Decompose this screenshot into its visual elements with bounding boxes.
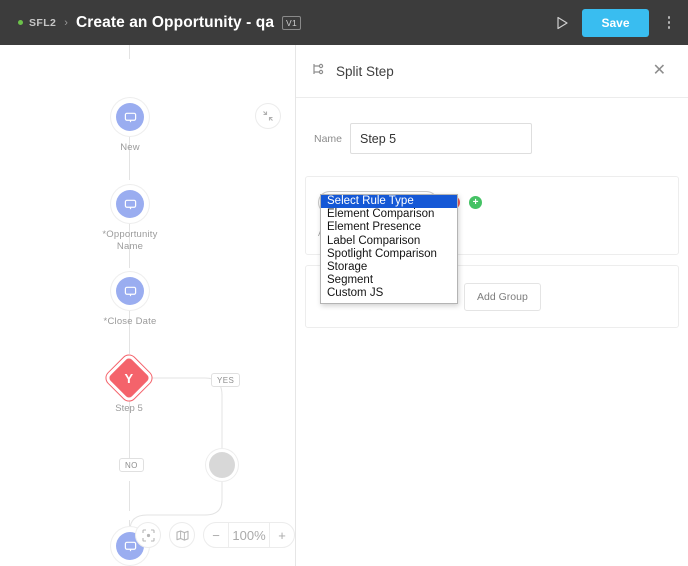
- branch-tag-yes: YES: [211, 373, 241, 387]
- add-group-button[interactable]: Add Group: [464, 282, 541, 311]
- flow-node-opportunity-name[interactable]: *Opportunity Name: [70, 190, 190, 253]
- dropdown-option[interactable]: Segment: [321, 274, 457, 287]
- flow-connector: [129, 520, 130, 532]
- split-diamond: Y: [107, 356, 151, 400]
- flow-node-label-line2: Name: [116, 241, 144, 252]
- dropdown-option[interactable]: Custom JS: [321, 287, 457, 300]
- flow-connector: [129, 481, 130, 511]
- flow-node-endpoint[interactable]: [209, 452, 235, 478]
- dropdown-option[interactable]: Spotlight Comparison: [321, 248, 457, 261]
- flow-node-label: Step 5: [115, 403, 143, 414]
- top-bar-actions: Save: [556, 8, 677, 37]
- kebab-menu-icon[interactable]: [662, 12, 677, 33]
- split-branch-icon: [312, 62, 326, 81]
- zoom-in-button[interactable]: +: [270, 523, 294, 547]
- zoom-level-value: 100%: [228, 523, 270, 547]
- canvas-toolbar: − 100% +: [135, 522, 295, 548]
- dropdown-option[interactable]: Storage: [321, 261, 457, 274]
- flow-node-label: *Opportunity Name: [70, 229, 190, 253]
- split-glyph: Y: [124, 370, 134, 386]
- app-root: SFL2 › Create an Opportunity - qa V1 Sav…: [0, 0, 688, 566]
- panel-title: Split Step: [336, 63, 394, 79]
- add-rule-icon[interactable]: +: [469, 196, 482, 209]
- flow-node-close-date[interactable]: *Close Date: [70, 277, 190, 328]
- split-step-panel: Split Step ✕ Name Select Rule Type − + A…: [296, 45, 688, 566]
- breadcrumb-separator: ›: [64, 16, 68, 29]
- play-icon[interactable]: [556, 16, 569, 30]
- dropdown-option[interactable]: Element Presence: [321, 221, 457, 234]
- name-label: Name: [314, 132, 343, 145]
- page-title: Create an Opportunity - qa: [75, 13, 275, 31]
- flow-node-label-line1: *Opportunity: [102, 229, 158, 240]
- flow-canvas[interactable]: New *Opportunity Name *Close Date Y Step…: [0, 45, 296, 566]
- flow-node-split-step-5[interactable]: Y Step 5: [107, 356, 151, 414]
- flow-node-new[interactable]: New: [70, 103, 190, 154]
- screen-icon: [116, 103, 144, 131]
- screen-icon: [116, 190, 144, 218]
- rule-type-dropdown-list[interactable]: Select Rule Type Element Comparison Elem…: [320, 194, 458, 304]
- dropdown-option[interactable]: Label Comparison: [321, 235, 457, 248]
- minimap-icon[interactable]: [169, 522, 195, 548]
- name-input[interactable]: [350, 123, 532, 154]
- screen-icon: [116, 277, 144, 305]
- breadcrumb-project[interactable]: SFL2: [29, 17, 56, 29]
- fit-to-screen-icon[interactable]: [135, 522, 161, 548]
- zoom-out-button[interactable]: −: [204, 523, 228, 547]
- flow-connector: [129, 45, 130, 59]
- zoom-control: − 100% +: [203, 522, 295, 548]
- top-bar: SFL2 › Create an Opportunity - qa V1 Sav…: [0, 0, 688, 45]
- dropdown-option[interactable]: Select Rule Type: [321, 195, 457, 209]
- version-badge: V1: [282, 15, 302, 30]
- save-button[interactable]: Save: [582, 8, 649, 37]
- collapse-arrows-icon[interactable]: [255, 103, 281, 129]
- dropdown-option[interactable]: Element Comparison: [321, 208, 457, 221]
- name-field-row: Name: [296, 98, 688, 154]
- flow-node-label: New: [120, 142, 140, 153]
- status-dot: [18, 20, 23, 25]
- branch-tag-no: NO: [119, 458, 144, 472]
- panel-header: Split Step ✕: [296, 45, 688, 98]
- flow-node-label: *Close Date: [103, 316, 157, 327]
- close-icon[interactable]: ✕: [649, 59, 670, 83]
